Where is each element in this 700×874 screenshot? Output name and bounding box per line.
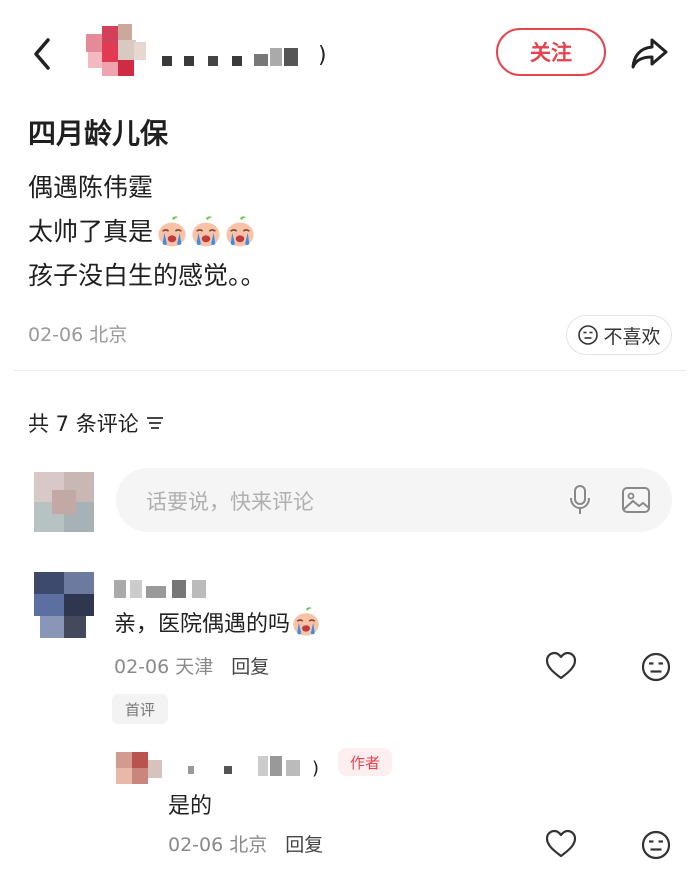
reply-button[interactable]: 回复 [231, 656, 269, 678]
back-icon[interactable] [28, 34, 58, 74]
crying-emoji-icon [155, 215, 189, 249]
share-icon[interactable] [628, 32, 672, 72]
author-reply-name-redacted[interactable]: ) [174, 752, 326, 782]
neutral-face-icon[interactable] [640, 651, 672, 683]
crying-emoji-icon [189, 215, 223, 249]
author-reply-avatar[interactable] [116, 752, 166, 784]
post-date-location: 02-06 北京 [28, 324, 128, 346]
dislike-label: 不喜欢 [603, 325, 661, 348]
sort-icon [146, 417, 163, 429]
microphone-icon[interactable] [568, 484, 592, 516]
divider [14, 370, 686, 371]
post-body: 偶遇陈伟霆 太帅了真是 孩子没白生的感觉。。 [28, 166, 266, 298]
svg-text:): ) [312, 758, 319, 779]
post-title: 四月龄儿保 [28, 117, 169, 150]
post-line: 孩子没白生的感觉。。 [28, 261, 266, 290]
crying-emoji-icon [223, 215, 257, 249]
first-comment-badge: 首评 [112, 694, 168, 724]
comment-text: 亲，医院偶遇的吗 [114, 606, 322, 638]
neutral-face-icon [578, 325, 599, 345]
reply-button[interactable]: 回复 [285, 834, 323, 856]
author-avatar[interactable] [80, 20, 154, 80]
reply-date-location: 02-06 北京 [168, 834, 268, 856]
post-line: 偶遇陈伟霆 [28, 173, 154, 202]
comment-meta: 02-06 天津 回复 [114, 652, 269, 679]
reply-meta: 02-06 北京 回复 [168, 830, 323, 857]
commenter-avatar[interactable] [34, 572, 94, 638]
follow-button[interactable]: 关注 [496, 28, 606, 76]
comment-date-location: 02-06 天津 [114, 656, 214, 678]
heart-icon[interactable] [544, 828, 578, 860]
author-name-redacted[interactable]: ) [162, 40, 332, 72]
neutral-face-icon[interactable] [640, 829, 672, 861]
author-badge: 作者 [338, 748, 392, 776]
current-user-avatar [34, 472, 94, 532]
comment-input[interactable]: 话要说，快来评论 [116, 468, 672, 532]
comments-count-label: 共 7 条评论 [28, 412, 139, 436]
image-icon[interactable] [621, 485, 651, 515]
post-line: 太帅了真是 [28, 210, 266, 254]
comments-sort-toggle[interactable]: 共 7 条评论 [28, 408, 165, 438]
svg-text:): ) [318, 43, 327, 68]
dislike-button[interactable]: 不喜欢 [566, 315, 672, 355]
comment-input-placeholder: 话要说，快来评论 [146, 490, 314, 514]
crying-emoji-icon [290, 606, 322, 638]
heart-icon[interactable] [544, 650, 578, 682]
commenter-name-redacted[interactable] [114, 576, 214, 602]
reply-text: 是的 [168, 794, 213, 819]
